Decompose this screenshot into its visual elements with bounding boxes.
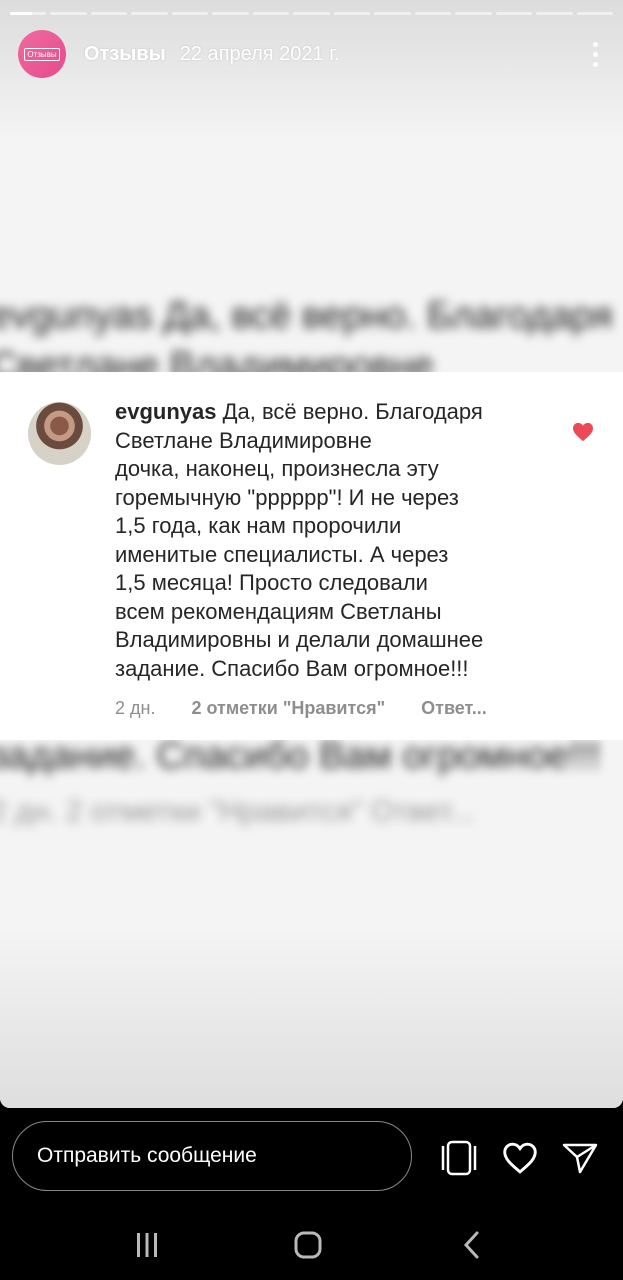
blurred-background-text: evgunyas Да, всё верно. Благодаря: [0, 295, 613, 337]
avatar[interactable]: Отзывы: [18, 30, 66, 78]
comment-line: 1,5 года, как нам пророчили: [115, 513, 402, 538]
bottom-gradient: [0, 928, 623, 1108]
story-progress-segment: [333, 12, 371, 15]
comment-line: Да, всё верно. Благодаря: [222, 399, 483, 424]
story-progress-segment: [212, 12, 249, 15]
story-progress-bar: [10, 12, 614, 15]
story-footer: Отправить сообщение: [0, 1108, 623, 1280]
story-progress-segment: [171, 12, 209, 15]
send-message-input[interactable]: Отправить сообщение: [12, 1121, 412, 1191]
avatar-badge-text: Отзывы: [24, 47, 60, 61]
comment-likes: 2 отметки "Нравится": [191, 698, 386, 718]
comment-line: именитые специалисты. А через: [115, 541, 449, 567]
story-progress-segment: [10, 12, 47, 15]
story-progress-segment: [131, 12, 168, 15]
heart-icon[interactable]: [500, 1138, 540, 1178]
comment-meta: 2 дн. 2 отметки "Нравится" Ответ...: [115, 698, 487, 719]
comment-line: дочка, наконец, произнесла эту: [115, 456, 439, 481]
story-progress-segment: [455, 12, 492, 15]
back-icon[interactable]: [452, 1230, 492, 1260]
comment-line: горемычную "рррррр"! И не через: [115, 484, 459, 510]
comment-line: 1,5 месяца! Просто следовали: [115, 570, 428, 595]
android-nav-bar: [0, 1218, 623, 1280]
story-progress-segment: [374, 12, 411, 15]
story-progress-segment: [50, 12, 87, 15]
comment-line: Светлане Владимировне: [115, 427, 372, 453]
story-progress-segment: [252, 12, 290, 15]
more-options-icon[interactable]: [585, 39, 605, 69]
story-progress-segment: [495, 12, 533, 15]
story-date: 22 апреля 2021 г.: [179, 42, 340, 65]
comment-username: evgunyas: [115, 399, 217, 424]
story-progress-segment: [293, 12, 330, 15]
blurred-background-text: задание. Спасибо Вам огромное!!!: [0, 735, 601, 777]
story-progress-segment: [536, 12, 573, 15]
home-icon[interactable]: [288, 1230, 328, 1260]
comment-card: evgunyas Да, всё верно. Благодаря Светла…: [0, 372, 623, 740]
comment-line: задание. Спасибо Вам огромное!!!: [115, 655, 469, 681]
comment-line: всем рекомендациям Светланы: [115, 598, 442, 624]
story-progress-segment: [90, 12, 128, 15]
story-progress-segment: [414, 12, 452, 15]
liked-heart-icon: [572, 422, 594, 448]
recent-apps-icon[interactable]: [127, 1230, 167, 1260]
story-view[interactable]: evgunyas Да, всё верно. Благодаря Светла…: [0, 0, 623, 1108]
blurred-background-text: 2 дн. 2 отметки "Нравится" Ответ...: [0, 795, 475, 828]
story-username[interactable]: Отзывы: [84, 43, 166, 66]
story-progress-fill: [10, 12, 32, 15]
comment-reply: Ответ...: [421, 698, 487, 718]
comment-line: Владимировны и делали домашнее: [115, 627, 484, 652]
stickers-icon[interactable]: [439, 1138, 479, 1178]
commenter-avatar: [28, 402, 91, 465]
story-header: Отзывы Отзывы 22 апреля 2021 г.: [18, 30, 605, 78]
comment-text: evgunyas Да, всё верно. Благодаря Светла…: [115, 398, 535, 683]
story-progress-segment: [576, 12, 614, 15]
comment-time: 2 дн.: [115, 698, 156, 718]
send-icon[interactable]: [560, 1138, 600, 1178]
send-message-placeholder: Отправить сообщение: [37, 1144, 257, 1167]
